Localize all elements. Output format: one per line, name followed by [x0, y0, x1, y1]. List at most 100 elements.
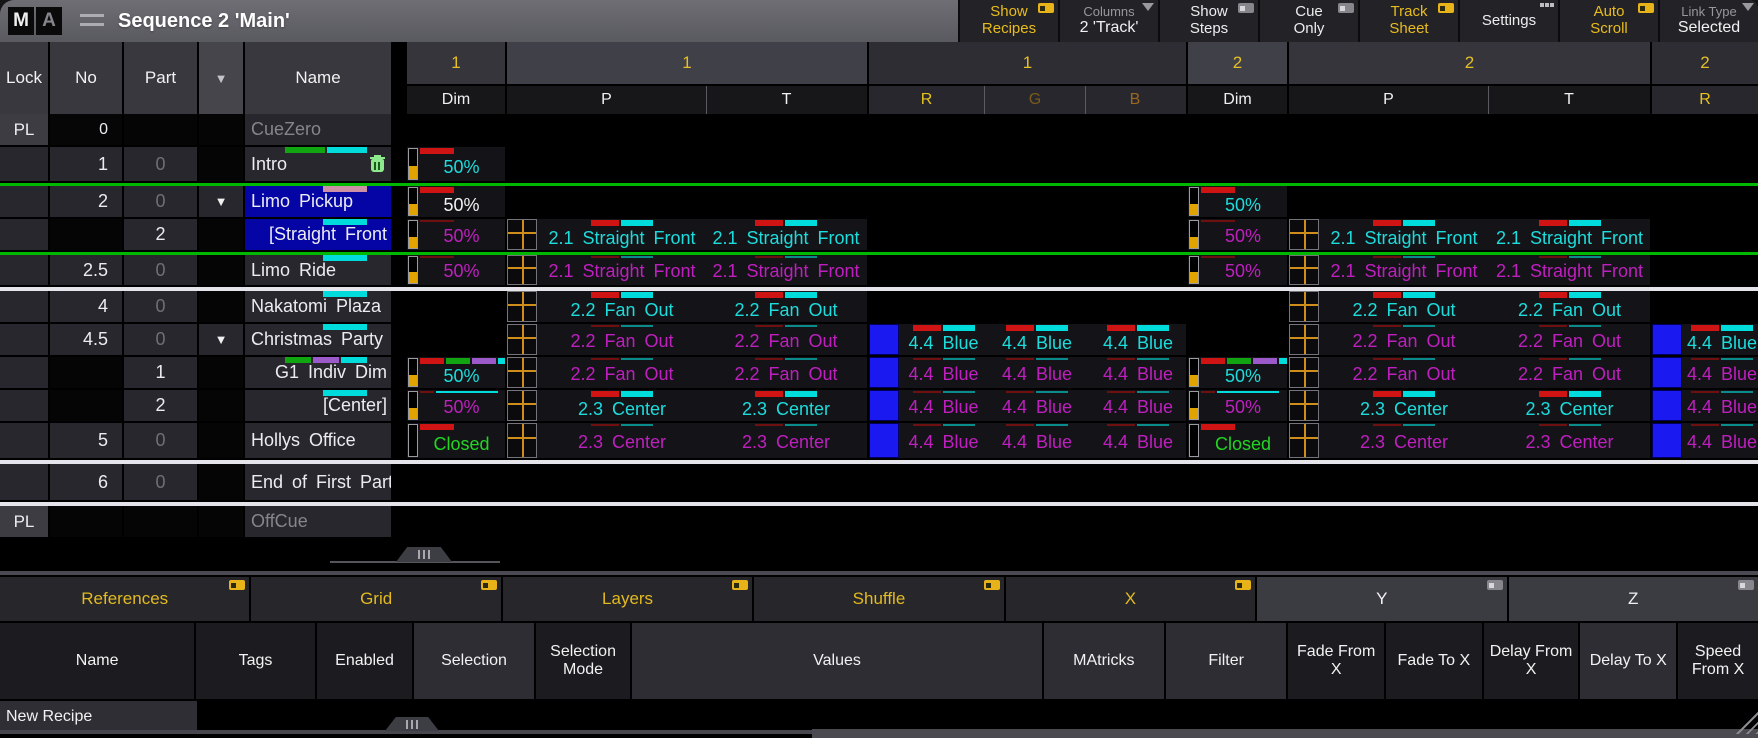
- dim-cell-1[interactable]: [407, 291, 505, 322]
- name-cell[interactable]: [Center]: [245, 390, 391, 421]
- pan-tilt-cell-1[interactable]: 2.2 Fan Out2.2 Fan Out: [507, 324, 867, 355]
- column-header-no[interactable]: No: [50, 42, 122, 114]
- pan-tilt-cell-1[interactable]: 2.1 Straight Front2.1 Straight Front: [507, 219, 867, 250]
- r-cell-2[interactable]: [1652, 114, 1758, 145]
- rgb-cell-1[interactable]: [869, 255, 1186, 285]
- recipe-button-enabled[interactable]: Enabled: [317, 623, 413, 699]
- expand-toggle-cell[interactable]: ▼: [199, 324, 243, 355]
- title-bar[interactable]: M A Sequence 2 'Main' ShowRecipesColumns…: [0, 0, 1758, 42]
- cue-number-cell[interactable]: [50, 390, 122, 421]
- tab-z[interactable]: Z: [1509, 577, 1758, 621]
- dim-cell-2[interactable]: [1188, 324, 1287, 355]
- name-cell[interactable]: OffCue: [245, 506, 391, 537]
- cue-number-cell[interactable]: [50, 219, 122, 250]
- pan-tilt-cell-1[interactable]: 2.2 Fan Out2.2 Fan Out: [507, 291, 867, 322]
- rgb-cell-1[interactable]: 4.4 Blue4.4 Blue4.4 Blue: [869, 423, 1186, 458]
- lock-cell[interactable]: PL: [0, 114, 48, 145]
- lock-cell[interactable]: [0, 324, 48, 355]
- group-header-rgb1[interactable]: 1: [869, 42, 1186, 84]
- column-header-name[interactable]: Name: [245, 42, 391, 114]
- name-cell[interactable]: CueZero: [245, 114, 391, 145]
- column-header-b[interactable]: B: [1085, 86, 1184, 114]
- cue-number-cell[interactable]: 2.5: [50, 255, 122, 285]
- pan-tilt-cell-1[interactable]: 2.3 Center2.3 Center: [507, 423, 867, 458]
- lock-cell[interactable]: [0, 255, 48, 285]
- name-cell[interactable]: End of First Part: [245, 464, 391, 500]
- dim-cell-1[interactable]: [407, 324, 505, 355]
- cue-number-cell[interactable]: 4: [50, 291, 122, 322]
- titlebar-button-show-recipes[interactable]: ShowRecipes: [958, 0, 1058, 42]
- dim-cell-1[interactable]: 50%: [407, 255, 505, 285]
- rgb-cell-1[interactable]: 4.4 Blue4.4 Blue4.4 Blue: [869, 357, 1186, 388]
- table-hscroll-track[interactable]: [0, 539, 1758, 569]
- r-cell-2[interactable]: [1652, 291, 1758, 322]
- column-header-dim[interactable]: Dim: [1188, 86, 1287, 114]
- r-cell-2[interactable]: [1652, 147, 1758, 181]
- column-header-r[interactable]: R: [869, 86, 984, 114]
- lock-cell[interactable]: [0, 219, 48, 250]
- recipe-button-delay-to-x[interactable]: Delay To X: [1580, 623, 1676, 699]
- titlebar-button-cue-only[interactable]: CueOnly: [1258, 0, 1358, 42]
- recipe-button-fade-to-x[interactable]: Fade To X: [1386, 623, 1482, 699]
- part-number-cell[interactable]: 0: [124, 423, 197, 458]
- recipe-button-selection-mode[interactable]: Selection Mode: [536, 623, 631, 699]
- pan-tilt-cell-2[interactable]: [1289, 506, 1650, 537]
- recipe-button-fade-from-x[interactable]: Fade From X: [1288, 623, 1384, 699]
- lock-cell[interactable]: [0, 291, 48, 322]
- name-cell[interactable]: G1 Indiv Dim: [245, 357, 391, 388]
- pan-tilt-cell-2[interactable]: 2.2 Fan Out2.2 Fan Out: [1289, 324, 1650, 355]
- column-header-part[interactable]: Part: [124, 42, 197, 114]
- lock-cell[interactable]: PL: [0, 506, 48, 537]
- dim-cell-1[interactable]: Closed: [407, 423, 505, 458]
- pan-tilt-cell-1[interactable]: 2.3 Center2.3 Center: [507, 390, 867, 421]
- window-menu-icon[interactable]: [80, 14, 104, 29]
- r-cell-2[interactable]: [1652, 464, 1758, 500]
- dim-cell-2[interactable]: 50%: [1188, 357, 1287, 388]
- table-hscroll-handle[interactable]: [396, 547, 452, 562]
- tab-shuffle[interactable]: Shuffle: [754, 577, 1003, 621]
- pan-tilt-cell-2[interactable]: 2.3 Center2.3 Center: [1289, 390, 1650, 421]
- titlebar-button-auto-scroll[interactable]: AutoScroll: [1558, 0, 1658, 42]
- pan-tilt-cell-1[interactable]: [507, 114, 867, 145]
- part-number-cell[interactable]: 0: [124, 464, 197, 500]
- lock-cell[interactable]: [0, 147, 48, 181]
- dim-cell-1[interactable]: [407, 114, 505, 145]
- recipe-button-matricks[interactable]: MAtricks: [1044, 623, 1164, 699]
- dim-cell-1[interactable]: 50%: [407, 357, 505, 388]
- lock-cell[interactable]: [0, 186, 48, 217]
- dim-cell-1[interactable]: 50%: [407, 219, 505, 250]
- dim-cell-2[interactable]: 50%: [1188, 255, 1287, 285]
- pan-tilt-cell-2[interactable]: [1289, 147, 1650, 181]
- tab-references[interactable]: References: [0, 577, 249, 621]
- part-number-cell[interactable]: [124, 506, 197, 537]
- dim-cell-2[interactable]: 50%: [1188, 219, 1287, 250]
- r-cell-2[interactable]: 4.4 Blue: [1652, 390, 1758, 421]
- tab-grid[interactable]: Grid: [251, 577, 500, 621]
- cue-number-cell[interactable]: 1: [50, 147, 122, 181]
- dim-cell-1[interactable]: 50%: [407, 390, 505, 421]
- ma-logo[interactable]: M A: [8, 0, 62, 42]
- recipe-button-filter[interactable]: Filter: [1166, 623, 1286, 699]
- pan-tilt-cell-1[interactable]: [507, 506, 867, 537]
- dim-cell-1[interactable]: [407, 464, 505, 500]
- dim-cell-2[interactable]: [1188, 291, 1287, 322]
- name-cell[interactable]: Intro: [245, 147, 391, 181]
- cue-number-cell[interactable]: 5: [50, 423, 122, 458]
- rgb-cell-1[interactable]: [869, 114, 1186, 145]
- titlebar-button-link-type[interactable]: Link TypeSelected: [1658, 0, 1758, 42]
- pan-tilt-cell-2[interactable]: 2.2 Fan Out2.2 Fan Out: [1289, 291, 1650, 322]
- part-number-cell[interactable]: 0: [124, 324, 197, 355]
- pan-tilt-cell-1[interactable]: [507, 464, 867, 500]
- column-header-r[interactable]: R: [1652, 86, 1758, 114]
- name-cell[interactable]: Limo Pickup: [245, 186, 391, 217]
- pan-tilt-cell-1[interactable]: 2.1 Straight Front2.1 Straight Front: [507, 255, 867, 285]
- expand-toggle-cell[interactable]: ▼: [199, 186, 243, 217]
- titlebar-button-show-steps[interactable]: ShowSteps: [1158, 0, 1258, 42]
- dim-cell-2[interactable]: [1188, 114, 1287, 145]
- recipe-button-tags[interactable]: Tags: [196, 623, 314, 699]
- rgb-cell-1[interactable]: [869, 147, 1186, 181]
- cue-number-cell[interactable]: 2: [50, 186, 122, 217]
- r-cell-2[interactable]: [1652, 186, 1758, 217]
- part-number-cell[interactable]: 0: [124, 186, 197, 217]
- recipe-button-values[interactable]: Values: [632, 623, 1041, 699]
